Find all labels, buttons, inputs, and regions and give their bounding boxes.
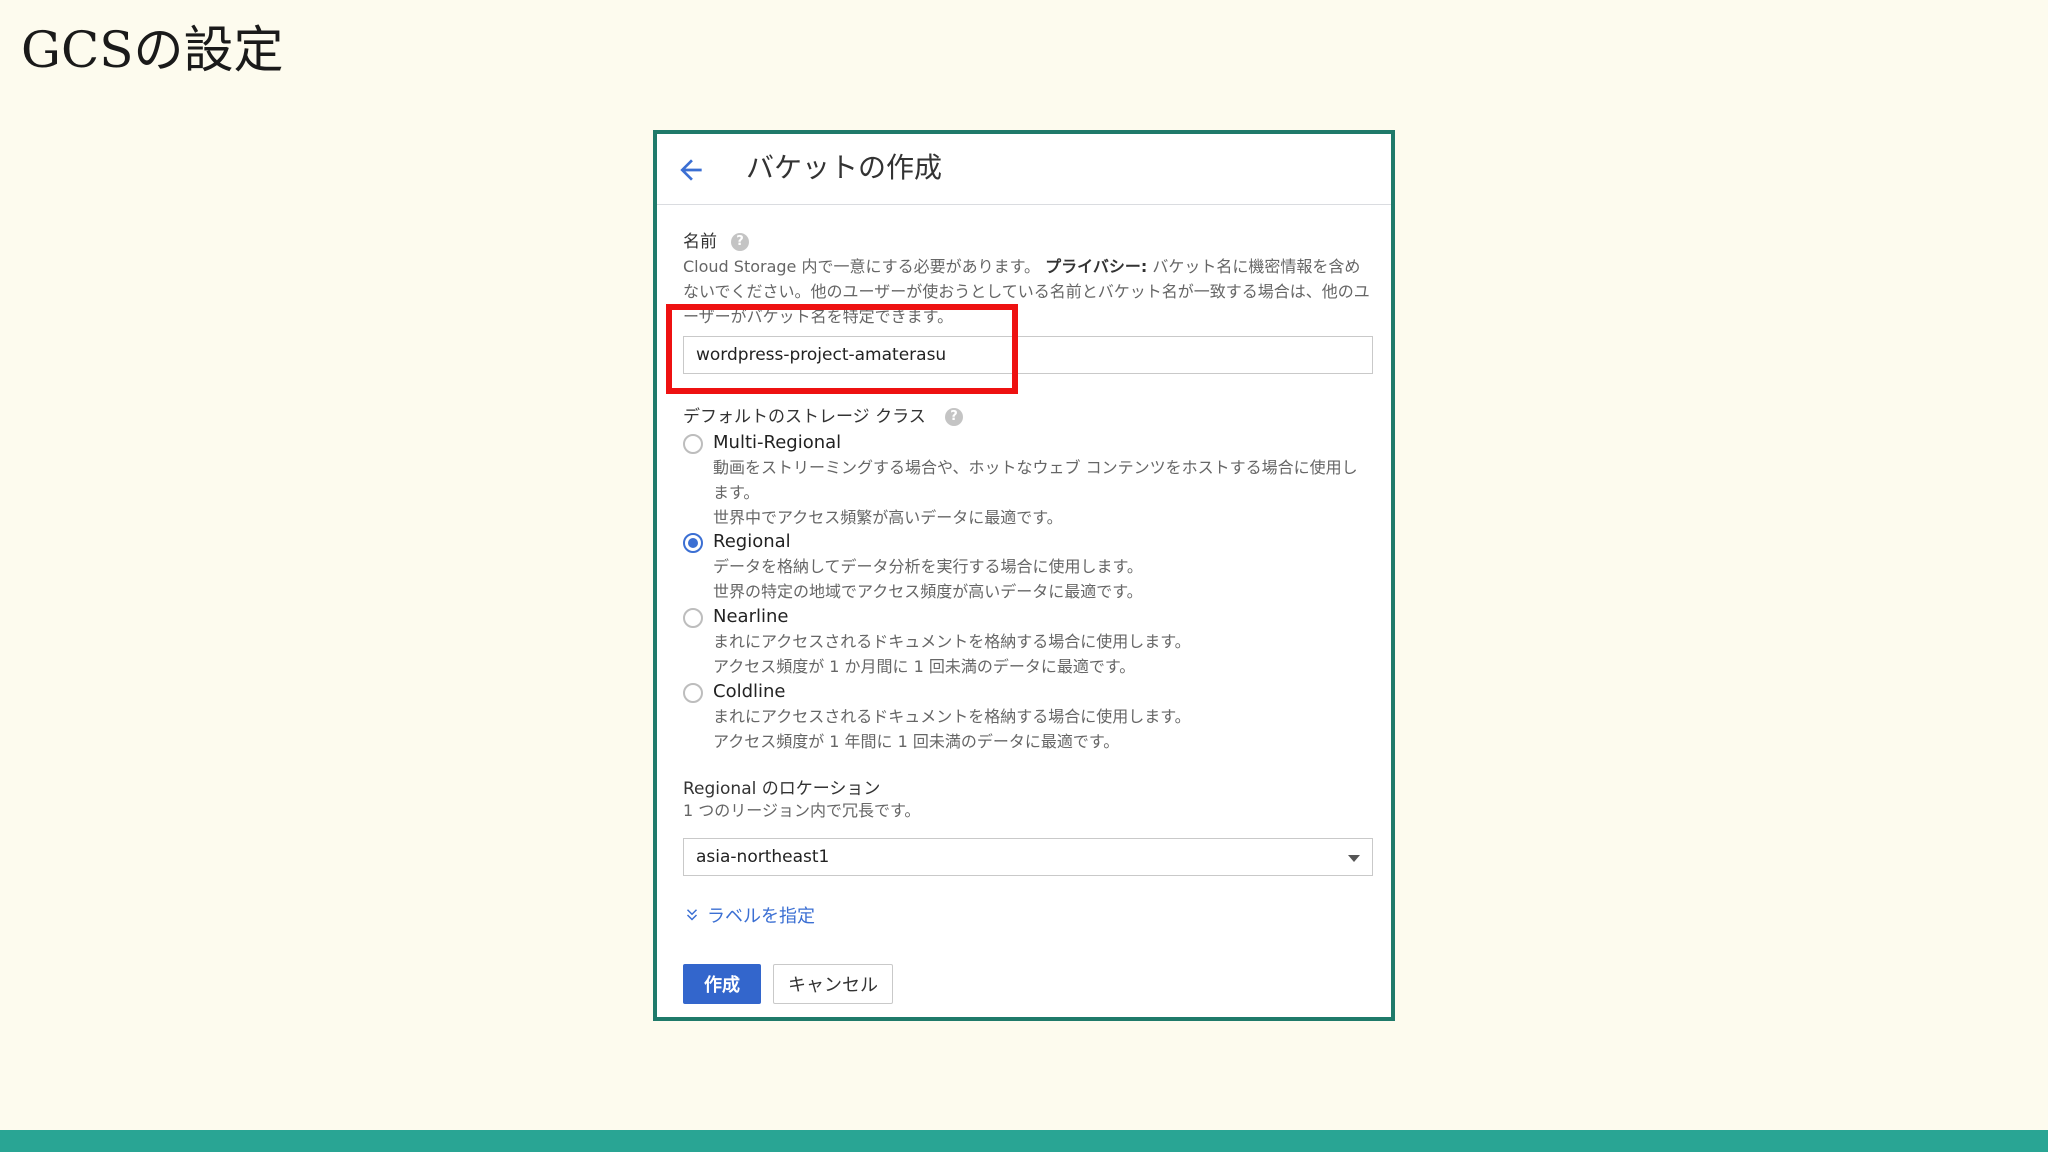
slide-title: GCSの設定 bbox=[21, 21, 284, 79]
name-help-icon[interactable]: ? bbox=[731, 233, 749, 251]
create-bucket-panel: バケットの作成 名前 ? Cloud Storage 内で一意にする必要がありま… bbox=[653, 130, 1395, 1021]
dropdown-arrow-icon bbox=[1348, 855, 1360, 862]
name-label: 名前 bbox=[683, 232, 717, 252]
location-label: Regional のロケーション bbox=[683, 779, 881, 799]
option-label-multi-regional: Multi-Regional bbox=[713, 432, 842, 453]
panel-header: バケットの作成 bbox=[657, 134, 1391, 205]
location-select[interactable]: asia-northeast1 bbox=[683, 838, 1373, 876]
double-chevron-down-icon bbox=[686, 909, 698, 921]
specify-labels-text: ラベルを指定 bbox=[707, 906, 815, 927]
specify-labels-link[interactable]: ラベルを指定 bbox=[683, 904, 815, 930]
option-desc-nearline-text: まれにアクセスされるドキュメントを格納する場合に使用します。 アクセス頻度が 1… bbox=[713, 632, 1191, 676]
option-desc-coldline-text: まれにアクセスされるドキュメントを格納する場合に使用します。 アクセス頻度が 1… bbox=[713, 707, 1191, 751]
location-description: 1 つのリージョン内で冗長です。 bbox=[683, 801, 921, 820]
option-label-regional: Regional bbox=[713, 531, 791, 552]
back-arrow-icon[interactable] bbox=[675, 154, 707, 186]
option-desc-multi-regional: 動画をストリーミングする場合や、ホットなウェブ コンテンツをホストする場合に使用… bbox=[713, 455, 1373, 530]
option-desc-coldline: まれにアクセスされるドキュメントを格納する場合に使用します。 アクセス頻度が 1… bbox=[713, 704, 1373, 754]
option-desc-nearline: まれにアクセスされるドキュメントを格納する場合に使用します。 アクセス頻度が 1… bbox=[713, 629, 1373, 679]
option-desc-regional-text: データを格納してデータ分析を実行する場合に使用します。 世界の特定の地域でアクセ… bbox=[713, 557, 1143, 601]
option-desc-multi-regional-text: 動画をストリーミングする場合や、ホットなウェブ コンテンツをホストする場合に使用… bbox=[713, 458, 1358, 527]
cancel-button[interactable]: キャンセル bbox=[773, 964, 893, 1004]
panel-title: バケットの作成 bbox=[746, 151, 943, 184]
bottom-accent-bar bbox=[0, 1130, 2048, 1152]
create-button[interactable]: 作成 bbox=[683, 964, 761, 1004]
highlight-annotation bbox=[666, 304, 1018, 394]
radio-coldline[interactable] bbox=[683, 683, 703, 703]
option-label-nearline: Nearline bbox=[713, 606, 789, 627]
radio-regional[interactable] bbox=[683, 533, 703, 553]
option-label-coldline: Coldline bbox=[713, 681, 786, 702]
radio-nearline[interactable] bbox=[683, 608, 703, 628]
location-select-value: asia-northeast1 bbox=[696, 847, 830, 867]
storage-class-help-icon[interactable]: ? bbox=[945, 408, 963, 426]
storage-class-label: デフォルトのストレージ クラス bbox=[683, 407, 926, 427]
option-desc-regional: データを格納してデータ分析を実行する場合に使用します。 世界の特定の地域でアクセ… bbox=[713, 554, 1373, 604]
radio-multi-regional[interactable] bbox=[683, 434, 703, 454]
privacy-label: プライバシー: bbox=[1045, 257, 1148, 276]
name-description-text: Cloud Storage 内で一意にする必要があります。 bbox=[683, 257, 1041, 276]
